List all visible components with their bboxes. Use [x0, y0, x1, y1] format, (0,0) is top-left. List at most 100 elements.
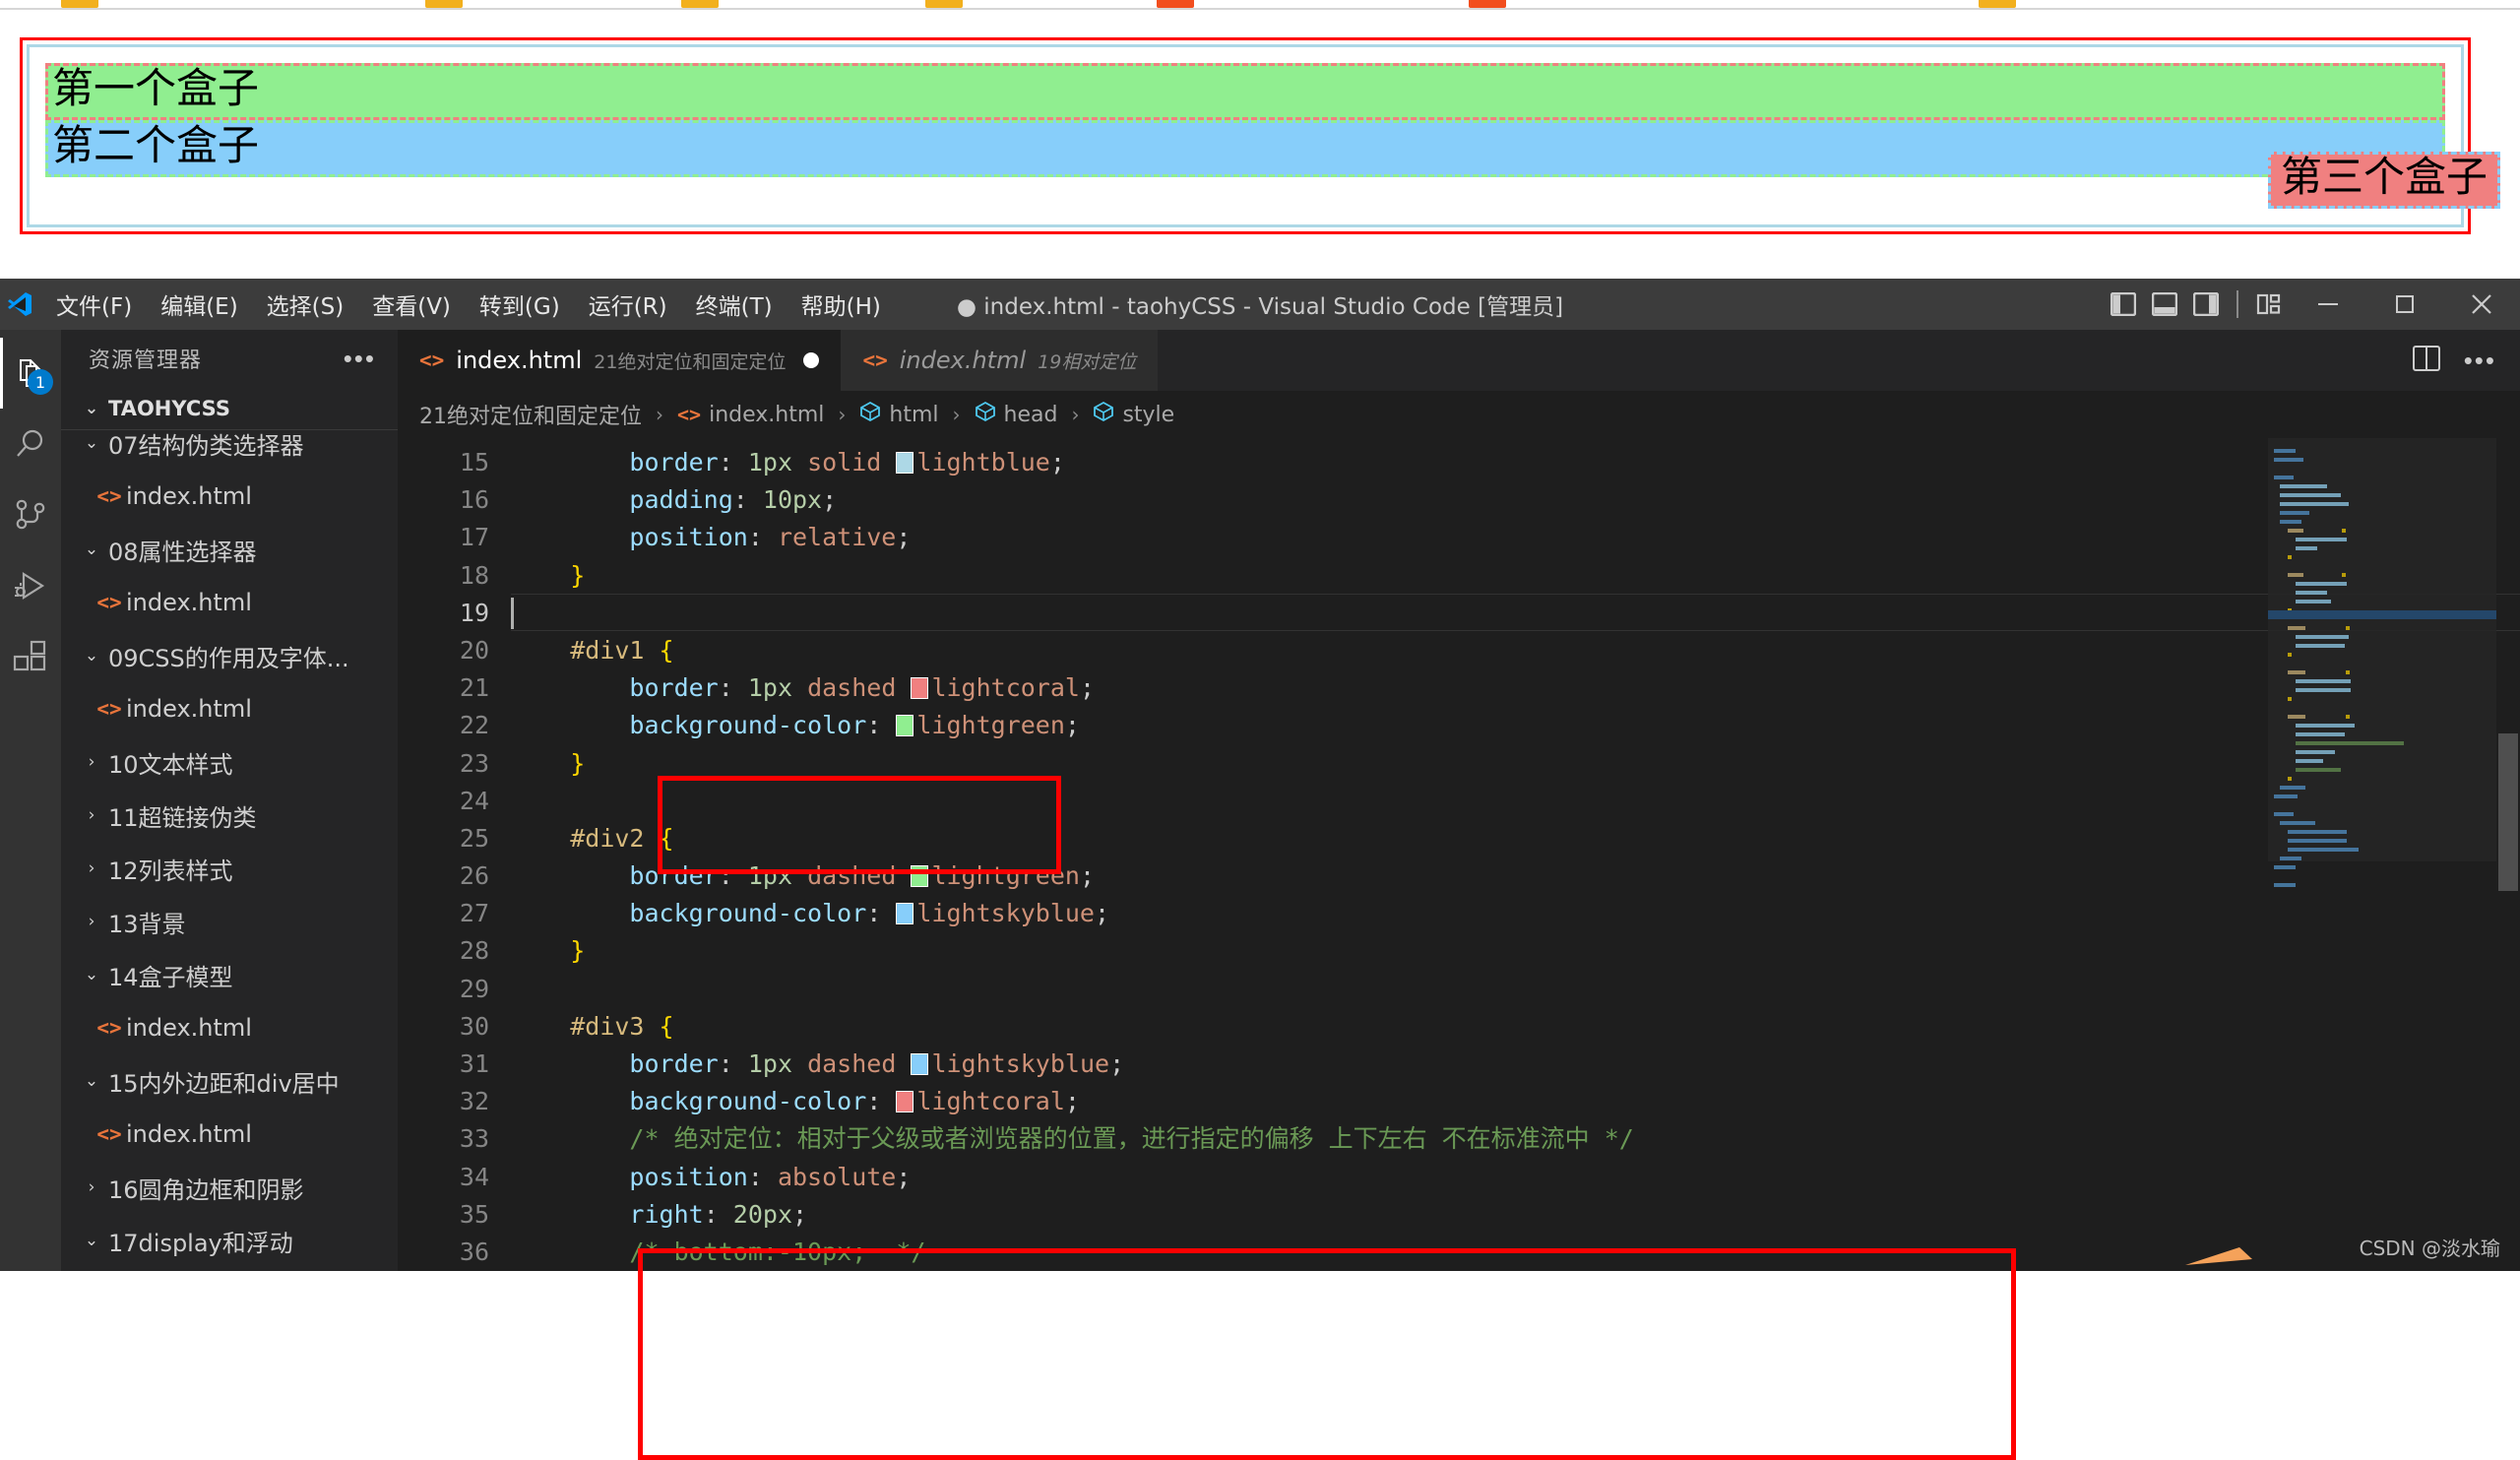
menu-view[interactable]: 查看(V) — [359, 283, 464, 326]
code-line[interactable] — [511, 783, 2520, 820]
tree-item-label: index.html — [126, 1120, 252, 1148]
tree-item-folder[interactable]: › 10文本样式 — [61, 735, 398, 789]
editor-more-actions-icon[interactable]: ••• — [2464, 348, 2496, 373]
titlebar: 文件(F) 编辑(E) 选择(S) 查看(V) 转到(G) 运行(R) 终端(T… — [0, 279, 2520, 330]
tab-dirty-indicator[interactable] — [803, 352, 820, 368]
tree-item-folder[interactable]: › 13背景 — [61, 895, 398, 948]
tree-item-folder[interactable]: ⌄ 07结构伪类选择器 — [61, 430, 398, 470]
tab-index-html-21[interactable]: <> index.html 21绝对定位和固定定位 — [398, 330, 842, 391]
breadcrumb-item[interactable]: <> index.html — [677, 403, 824, 427]
scrollbar-thumb[interactable] — [2498, 733, 2518, 891]
breadcrumb-item[interactable]: head — [975, 401, 1057, 428]
window-minimize-button[interactable] — [2290, 279, 2366, 330]
explorer-more-actions-icon[interactable]: ••• — [344, 346, 376, 371]
code-line[interactable]: } — [511, 557, 2520, 595]
code-line[interactable]: background-color: lightcoral; — [511, 1083, 2520, 1120]
code-line[interactable]: position: absolute; — [511, 1159, 2520, 1196]
code-line[interactable]: #div2 { — [511, 820, 2520, 857]
tree-item-folder[interactable]: › 12列表样式 — [61, 842, 398, 895]
bookmark-chip[interactable] — [1469, 0, 1506, 8]
menu-terminal[interactable]: 终端(T) — [683, 283, 786, 326]
html-file-icon: <> — [677, 403, 702, 426]
tree-item-folder[interactable]: ⌄ 17display和浮动 — [61, 1214, 398, 1267]
tree-item-file[interactable]: <>index.html — [61, 1001, 398, 1054]
customize-layout-icon[interactable] — [2248, 279, 2290, 330]
code-content[interactable]: border: 1px solid lightblue; padding: 10… — [511, 438, 2520, 1271]
code-line[interactable]: background-color: lightskyblue; — [511, 895, 2520, 932]
code-line[interactable]: border: 1px dashed lightskyblue; — [511, 1046, 2520, 1083]
tree-item-folder[interactable]: › 11超链接伪类 — [61, 789, 398, 842]
breadcrumb-item[interactable]: html — [859, 401, 939, 428]
line-number: 30 — [459, 1011, 489, 1041]
tree-item-folder[interactable]: ⌄ 14盒子模型 — [61, 948, 398, 1001]
code-line[interactable]: #div1 { — [511, 632, 2520, 669]
activitybar-source-control[interactable] — [0, 479, 61, 550]
toggle-primary-sidebar-icon[interactable] — [2103, 279, 2144, 330]
breadcrumb-item[interactable]: style — [1093, 401, 1174, 428]
menu-help[interactable]: 帮助(H) — [788, 283, 894, 326]
tree-item-file[interactable]: <>index.html — [61, 1108, 398, 1161]
bookmark-chip[interactable] — [61, 0, 98, 8]
code-line[interactable]: } — [511, 932, 2520, 970]
tree-item-folder[interactable]: ⌄ 15内外边距和div居中 — [61, 1054, 398, 1108]
tab-index-html-19[interactable]: <> index.html 19相对定位 — [841, 330, 1159, 391]
browser-bookmarks-bar[interactable] — [0, 0, 2520, 8]
chevron-down-icon: ⌄ — [84, 965, 99, 984]
code-line[interactable]: position: relative; — [511, 519, 2520, 556]
code-line[interactable]: background-color: lightgreen; — [511, 707, 2520, 744]
current-line-highlight — [511, 593, 2520, 631]
code-line[interactable]: border: 1px solid lightblue; — [511, 444, 2520, 481]
menu-goto[interactable]: 转到(G) — [467, 283, 573, 326]
file-tree[interactable]: ⌄ 07结构伪类选择器 <> index.html ⌄ 08属性选择器 <> index.ht… — [61, 430, 398, 1271]
bookmark-chip[interactable] — [1979, 0, 2016, 8]
breadcrumb-item[interactable]: 21绝对定位和固定定位 — [419, 399, 642, 430]
code-editor[interactable]: 15 16 17 18 19 20 21 22 23 24 25 26 27 28 29 30 31 32 33 34… — [398, 438, 2520, 1271]
tree-item-file[interactable]: <>index.html — [61, 470, 398, 523]
menubar[interactable]: 文件(F) 编辑(E) 选择(S) 查看(V) 转到(G) 运行(R) 终端(T… — [43, 283, 894, 326]
code-line[interactable] — [511, 971, 2520, 1008]
toggle-secondary-sidebar-icon[interactable] — [2185, 279, 2227, 330]
code-line[interactable]: border: 1px dashed lightgreen; — [511, 857, 2520, 895]
tree-item-file[interactable]: <>index.html — [61, 576, 398, 629]
editor-minimap[interactable] — [2268, 438, 2496, 1271]
menu-edit[interactable]: 编辑(E) — [148, 283, 250, 326]
activitybar-search[interactable] — [0, 409, 61, 479]
workspace-root-row[interactable]: ⌄ TAOHYCSS — [61, 387, 398, 430]
line-number: 20 — [459, 635, 489, 665]
code-line[interactable]: /* 绝对定位：相对于父级或者浏览器的位置，进行指定的偏移 上下左右 不在标准流… — [511, 1120, 2520, 1158]
code-line[interactable]: padding: 10px; — [511, 481, 2520, 519]
window-close-button[interactable] — [2443, 279, 2520, 330]
line-number: 16 — [459, 485, 489, 515]
activitybar-run-and-debug[interactable] — [0, 550, 61, 621]
tree-item-folder[interactable]: ⌄ 08属性选择器 — [61, 523, 398, 576]
line-number: 36 — [459, 1237, 489, 1266]
editor-vertical-scrollbar[interactable] — [2496, 438, 2520, 1271]
menu-file[interactable]: 文件(F) — [43, 283, 145, 326]
toggle-panel-icon[interactable] — [2144, 279, 2185, 330]
activitybar-explorer[interactable]: 1 — [0, 338, 61, 409]
bookmark-chip[interactable] — [425, 0, 463, 8]
breadcrumb[interactable]: 21绝对定位和固定定位 › <> index.html › html › head › style — [398, 391, 2520, 438]
tree-item-folder[interactable]: ⌄ 09CSS的作用及字体... — [61, 629, 398, 682]
tree-item-folder[interactable]: › 16圆角边框和阴影 — [61, 1161, 398, 1214]
activitybar-extensions[interactable] — [0, 621, 61, 692]
menu-select[interactable]: 选择(S) — [254, 283, 357, 326]
menu-run[interactable]: 运行(R) — [576, 283, 680, 326]
window-maximize-button[interactable] — [2366, 279, 2443, 330]
bookmark-chip[interactable] — [681, 0, 719, 8]
code-line[interactable]: #div3 { — [511, 1008, 2520, 1046]
split-editor-icon[interactable] — [2412, 345, 2440, 376]
code-line[interactable]: } — [511, 745, 2520, 783]
code-line[interactable]: border: 1px dashed lightcoral; — [511, 669, 2520, 707]
tree-item-file[interactable]: <>index.html — [61, 1267, 398, 1271]
bookmark-chip[interactable] — [1157, 0, 1194, 8]
code-line[interactable]: right: 20px; — [511, 1196, 2520, 1234]
line-number: 22 — [459, 711, 489, 740]
tree-item-file[interactable]: <>index.html — [61, 682, 398, 735]
bookmark-chip[interactable] — [925, 0, 963, 8]
breadcrumb-separator: › — [952, 403, 961, 426]
